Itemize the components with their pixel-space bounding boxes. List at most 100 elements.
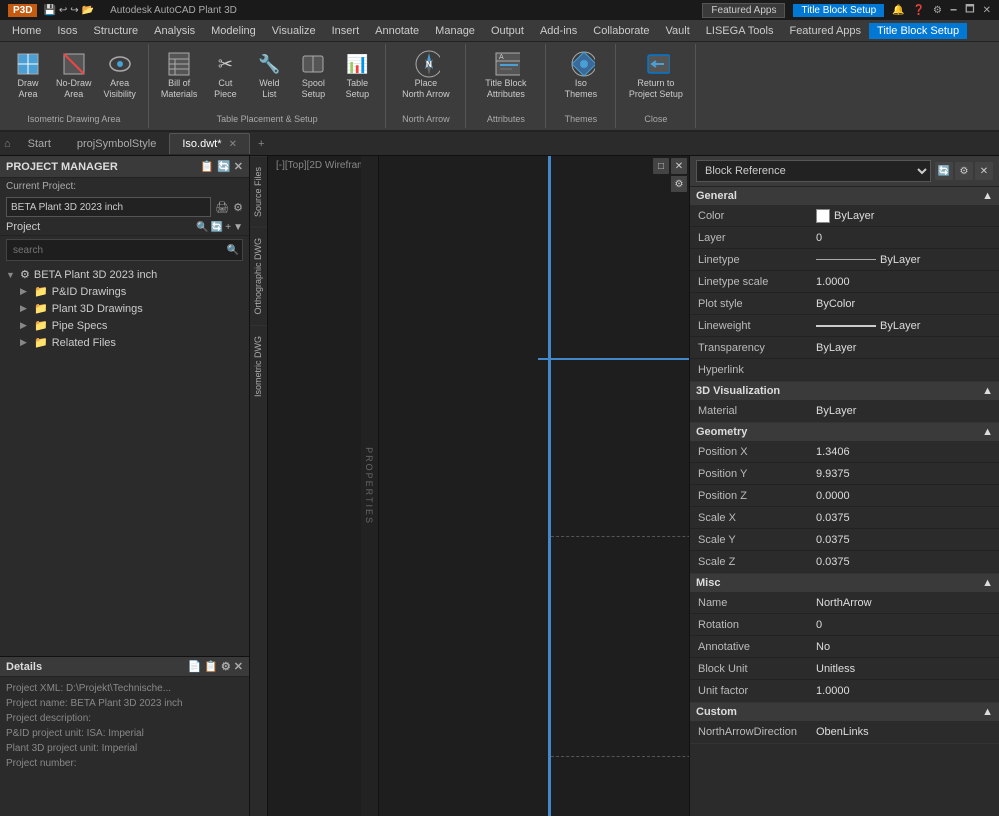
prop-position-z-value[interactable]: 0.0000 [810, 487, 999, 505]
details-icon-4[interactable]: ✕ [234, 660, 243, 673]
menu-item-featured-apps[interactable]: Featured Apps [781, 23, 869, 39]
menu-item-add-ins[interactable]: Add-ins [532, 23, 585, 39]
prop-lineweight-value[interactable]: ByLayer [810, 317, 999, 335]
bill-of-materials-button[interactable]: Bill ofMaterials [157, 48, 202, 102]
draw-area-button[interactable]: DrawArea [8, 48, 48, 102]
current-project-btn-2[interactable]: ⚙ [233, 201, 243, 214]
prop-section-custom: Custom ▲ NorthArrowDirection ObenLinks [690, 703, 999, 744]
prop-linetype-scale-value[interactable]: 1.0000 [810, 273, 999, 291]
menu-item-vault[interactable]: Vault [658, 23, 698, 39]
place-north-arrow-button[interactable]: N PlaceNorth Arrow [398, 48, 454, 102]
annotation-arrow [268, 156, 689, 816]
tab-close-icon[interactable]: ✕ [229, 139, 237, 150]
prop-transparency-value[interactable]: ByLayer [810, 339, 999, 357]
prop-transparency: Transparency ByLayer [690, 337, 999, 359]
pm-add-icon[interactable]: + [225, 222, 231, 233]
search-input[interactable] [6, 239, 243, 261]
prop-section-custom-header[interactable]: Custom ▲ [690, 703, 999, 721]
blue-vertical-line [548, 156, 551, 816]
area-visibility-button[interactable]: AreaVisibility [100, 48, 140, 102]
menu-item-manage[interactable]: Manage [427, 23, 483, 39]
pm-filter-icon[interactable]: ▼ [233, 222, 243, 233]
draw-area-icon [14, 50, 42, 78]
menu-item-lisega-tools[interactable]: LISEGA Tools [698, 23, 782, 39]
menu-item-collaborate[interactable]: Collaborate [585, 23, 657, 39]
prop-position-y-value[interactable]: 9.9375 [810, 465, 999, 483]
featured-apps-button[interactable]: Featured Apps [702, 3, 785, 18]
tab-start[interactable]: Start [15, 133, 64, 154]
tab-proj-symbol-style[interactable]: projSymbolStyle [64, 133, 169, 154]
prop-north-arrow-direction-value[interactable]: ObenLinks [810, 723, 999, 741]
pm-icon-3[interactable]: ✕ [234, 160, 243, 173]
menu-item-analysis[interactable]: Analysis [146, 23, 203, 39]
prop-hyperlink-value[interactable] [810, 367, 999, 373]
menu-item-title-block-setup[interactable]: Title Block Setup [869, 23, 967, 39]
no-draw-area-label: No-DrawArea [56, 78, 92, 100]
menu-item-visualize[interactable]: Visualize [264, 23, 324, 39]
title-block-setup-tab[interactable]: Title Block Setup [793, 4, 884, 17]
prop-section-geometry-header[interactable]: Geometry ▲ [690, 423, 999, 441]
search-bar: 🔍 [0, 236, 249, 264]
details-icon-3[interactable]: ⚙ [221, 660, 231, 673]
current-project-input[interactable] [6, 197, 211, 217]
pm-refresh-icon[interactable]: 🔄 [211, 222, 223, 233]
iso-themes-icon [567, 50, 595, 78]
prop-section-general-header[interactable]: General ▲ [690, 187, 999, 205]
menu-item-output[interactable]: Output [483, 23, 532, 39]
tree-item-plant3d[interactable]: ▶ 📁 Plant 3D Drawings [0, 300, 249, 317]
pm-toolbar: Project 🔍 🔄 + ▼ [0, 219, 249, 236]
side-tab-source-files[interactable]: Source Files [250, 156, 267, 227]
pm-icon-1[interactable]: 📋 [200, 160, 214, 173]
table-setup-button[interactable]: 📊 TableSetup [337, 48, 377, 102]
prop-scale-z-value[interactable]: 0.0375 [810, 553, 999, 571]
side-tab-isometric[interactable]: Isometric DWG [250, 325, 267, 407]
side-tabs: Source Files Orthographic DWG Isometric … [250, 156, 268, 816]
block-ref-icon-2[interactable]: ⚙ [955, 162, 973, 180]
prop-linetype-value[interactable]: ByLayer [810, 251, 999, 269]
prop-block-unit-value[interactable]: Unitless [810, 660, 999, 678]
tree-item-pipe-specs[interactable]: ▶ 📁 Pipe Specs [0, 317, 249, 334]
title-block-attributes-button[interactable]: A Title BlockAttributes [481, 48, 530, 102]
menu-item-annotate[interactable]: Annotate [367, 23, 427, 39]
prop-north-arrow-direction-label: NorthArrowDirection [690, 723, 810, 741]
prop-material-value[interactable]: ByLayer [810, 402, 999, 420]
pm-icon-2[interactable]: 🔄 [217, 160, 231, 173]
tree-item-root[interactable]: ▼ ⚙ BETA Plant 3D 2023 inch [0, 266, 249, 283]
tab-iso-dwt[interactable]: Iso.dwt* ✕ [169, 133, 250, 154]
pm-search-icon[interactable]: 🔍 [196, 222, 208, 233]
prop-annotative-value[interactable]: No [810, 638, 999, 656]
prop-color-value[interactable]: ByLayer [810, 206, 999, 226]
cut-piece-button[interactable]: ✂ CutPiece [205, 48, 245, 102]
custom-collapse-icon: ▲ [982, 706, 993, 718]
current-project-btn-1[interactable]: 🖨 [215, 201, 229, 214]
block-ref-icon-1[interactable]: 🔄 [935, 162, 953, 180]
prop-scale-y-value[interactable]: 0.0375 [810, 531, 999, 549]
prop-unit-factor-value[interactable]: 1.0000 [810, 682, 999, 700]
menu-item-modeling[interactable]: Modeling [203, 23, 264, 39]
no-draw-area-button[interactable]: No-DrawArea [52, 48, 96, 102]
prop-plot-style-value[interactable]: ByColor [810, 295, 999, 313]
prop-layer-value[interactable]: 0 [810, 229, 999, 247]
prop-rotation-value[interactable]: 0 [810, 616, 999, 634]
block-reference-selector[interactable]: Block Reference [696, 160, 931, 182]
return-to-project-setup-button[interactable]: Return toProject Setup [625, 48, 687, 102]
menu-item-insert[interactable]: Insert [324, 23, 368, 39]
details-icon-2[interactable]: 📋 [204, 660, 218, 673]
prop-scale-x-value[interactable]: 0.0375 [810, 509, 999, 527]
menu-item-structure[interactable]: Structure [86, 23, 147, 39]
tree-item-related-files[interactable]: ▶ 📁 Related Files [0, 334, 249, 351]
prop-position-x-value[interactable]: 1.3406 [810, 443, 999, 461]
block-ref-icon-3[interactable]: ✕ [975, 162, 993, 180]
weld-list-button[interactable]: 🔧 WeldList [249, 48, 289, 102]
tree-item-pid[interactable]: ▶ 📁 P&ID Drawings [0, 283, 249, 300]
tab-add-button[interactable]: + [250, 134, 272, 154]
prop-section-misc-header[interactable]: Misc ▲ [690, 574, 999, 592]
prop-section-3d-viz-header[interactable]: 3D Visualization ▲ [690, 382, 999, 400]
iso-themes-button[interactable]: IsoThemes [561, 48, 602, 102]
menu-item-isos[interactable]: Isos [49, 23, 85, 39]
spool-setup-button[interactable]: SpoolSetup [293, 48, 333, 102]
side-tab-orthographic[interactable]: Orthographic DWG [250, 227, 267, 325]
prop-name-value[interactable]: NorthArrow [810, 594, 999, 612]
details-icon-1[interactable]: 📄 [188, 660, 202, 673]
menu-item-home[interactable]: Home [4, 23, 49, 39]
